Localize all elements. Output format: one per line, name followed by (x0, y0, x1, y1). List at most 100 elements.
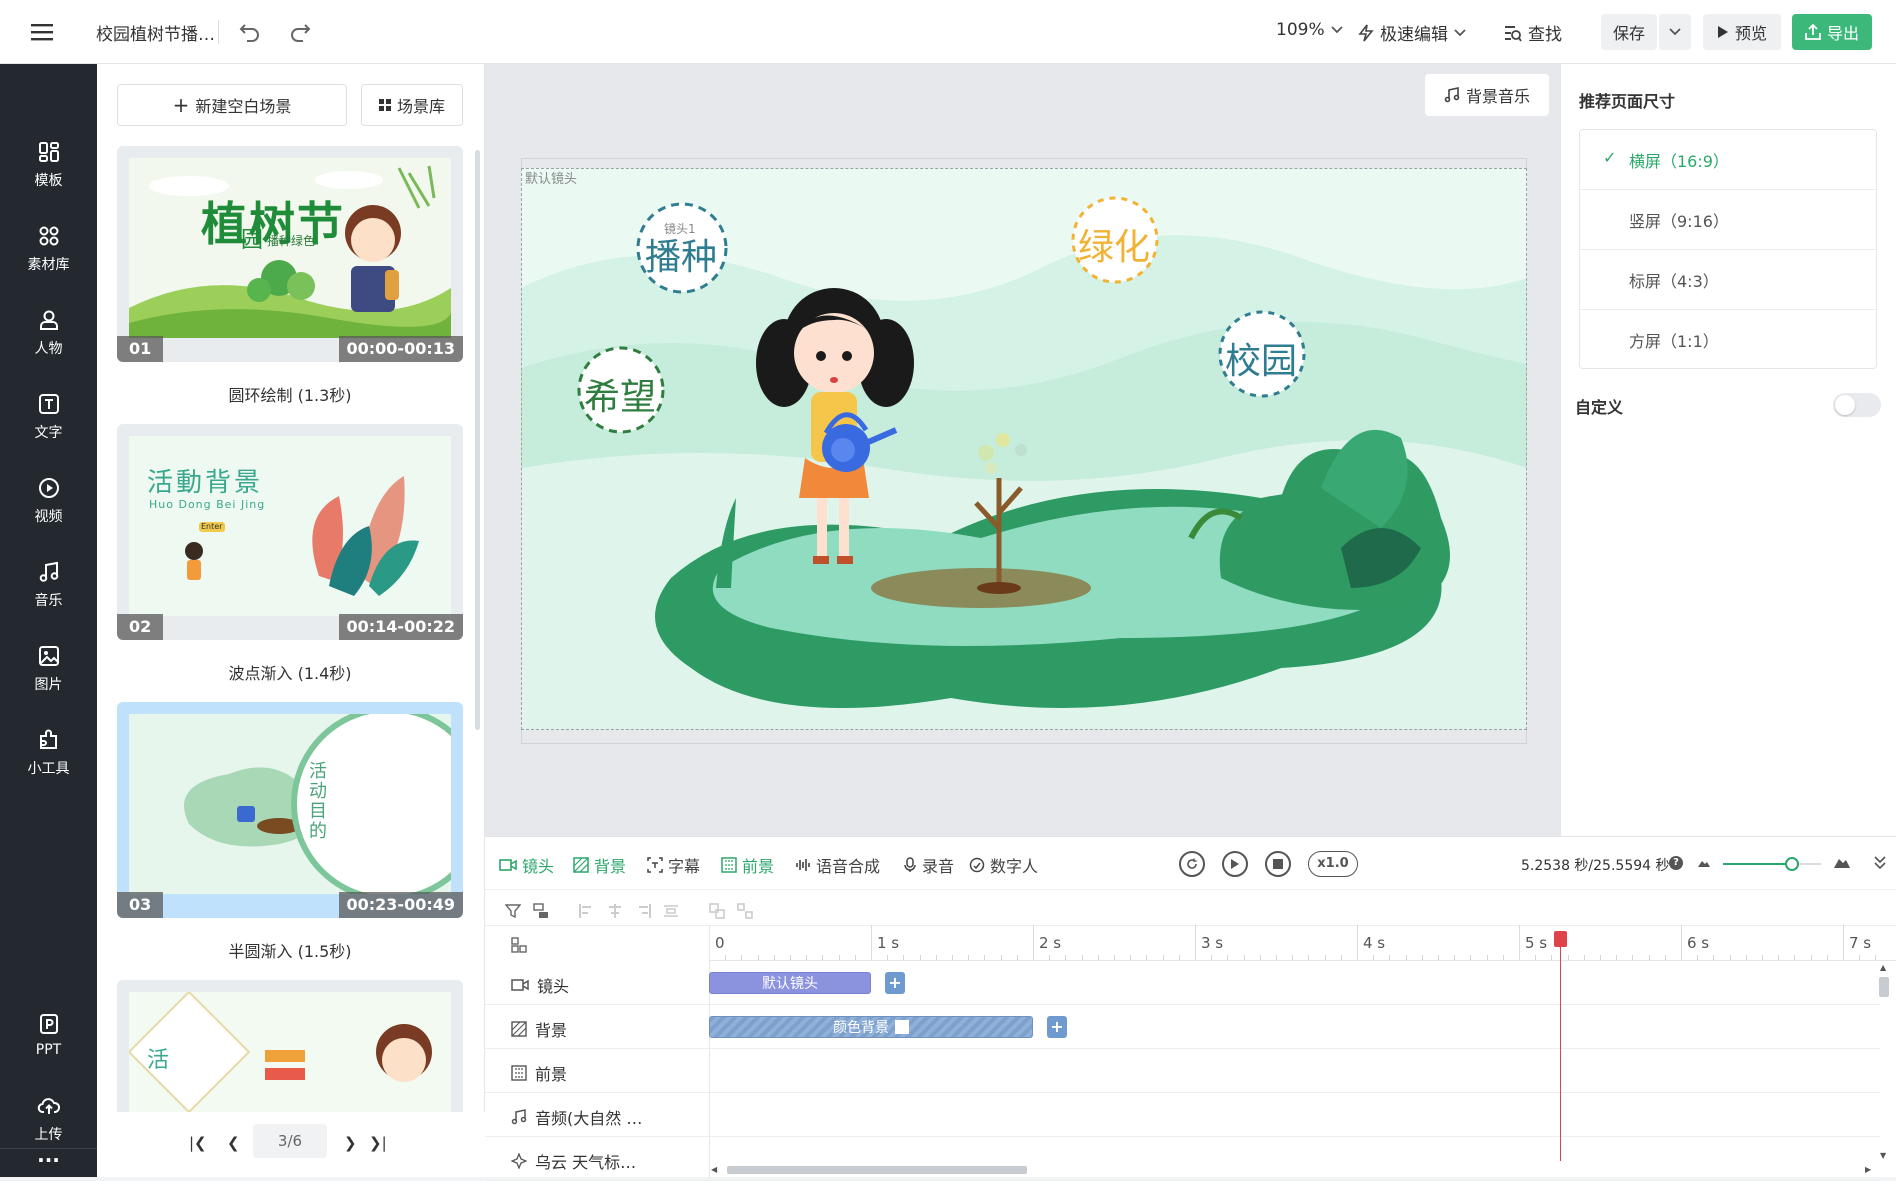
upload-icon (1805, 24, 1821, 40)
document-title[interactable]: 校园植树节播… (96, 20, 215, 45)
replay-button[interactable] (1179, 851, 1205, 877)
group-icon[interactable] (709, 903, 725, 919)
scene-card-2[interactable]: 活動背景 Huo Dong Bei Jing Enter 02 00:14-00… (117, 424, 463, 640)
ruler-minor-tick (1632, 955, 1634, 960)
tab-shot[interactable]: 镜头 (499, 853, 554, 877)
ruler-minor-tick (1114, 955, 1115, 960)
tab-digital-human[interactable]: 数字人 (969, 853, 1038, 877)
track-label: 乌云 天气标… (511, 1149, 636, 1173)
thumb-text: 活 (147, 1048, 170, 1073)
ruler-minor-tick (1600, 955, 1601, 960)
first-page-icon[interactable]: |❮ (189, 1134, 207, 1152)
save-button[interactable]: 保存 (1601, 14, 1657, 50)
add-shot-button[interactable]: + (885, 972, 905, 994)
stage[interactable]: 默认镜头 镜头1 播种 希望 绿化 校园 (521, 168, 1527, 730)
zoom-out-icon[interactable] (1697, 858, 1711, 868)
distribute-icon[interactable] (663, 903, 679, 919)
custom-toggle[interactable] (1833, 393, 1881, 417)
save-options-button[interactable] (1659, 14, 1691, 50)
scene-thumbnail: 植树节 园 播种绿色 (129, 158, 451, 338)
scroll-down-icon[interactable]: ▼ (1880, 1151, 1886, 1160)
tab-label: 镜头 (522, 857, 555, 876)
align-left-icon[interactable] (579, 903, 595, 919)
scroll-right-icon[interactable]: ▶ (1865, 1165, 1871, 1174)
zoom-in-icon[interactable] (1833, 855, 1851, 869)
ungroup-icon[interactable] (737, 903, 753, 919)
preview-button[interactable]: 预览 (1703, 14, 1781, 50)
clip-default-shot[interactable]: 默认镜头 (709, 972, 871, 994)
ruler-minor-tick (1049, 955, 1051, 960)
background-music-button[interactable]: 背景音乐 (1425, 74, 1549, 116)
chevron-down-icon (1454, 28, 1466, 36)
sidebar-item-assets[interactable]: 素材库 (0, 214, 97, 284)
color-swatch (895, 1020, 909, 1034)
ruler-minor-tick (1243, 955, 1245, 960)
tab-record[interactable]: 录音 (903, 853, 954, 877)
scene-scrollbar[interactable] (475, 150, 480, 730)
clip-color-background[interactable]: 颜色背景 (709, 1016, 1033, 1038)
last-page-icon[interactable]: ❯| (369, 1134, 387, 1152)
zoom-slider-fill (1723, 863, 1792, 865)
filter-icon[interactable] (505, 903, 521, 919)
sidebar-item-video[interactable]: 视频 (0, 466, 97, 536)
sidebar-item-template[interactable]: 模板 (0, 130, 97, 200)
redo-icon[interactable] (286, 18, 314, 46)
tab-subtitle[interactable]: 字幕 (647, 853, 700, 877)
sidebar-item-text[interactable]: 文字 (0, 382, 97, 452)
page-indicator[interactable]: 3/6 (253, 1124, 327, 1158)
tab-foreground[interactable]: 前景 (721, 853, 774, 877)
help-icon[interactable]: ? (1669, 856, 1683, 870)
menu-icon[interactable] (28, 18, 56, 46)
tab-label: 录音 (922, 857, 955, 876)
size-option-square[interactable]: 方屏（1:1） (1579, 310, 1877, 370)
scene-library-button[interactable]: 场景库 (361, 84, 463, 126)
find-button[interactable]: 查找 (1504, 20, 1562, 45)
add-background-button[interactable]: + (1047, 1016, 1067, 1038)
playhead[interactable] (1553, 931, 1567, 1161)
more-button[interactable]: ··· (0, 1148, 97, 1171)
tab-background[interactable]: 背景 (573, 853, 626, 877)
track-settings-icon[interactable] (511, 937, 527, 953)
scroll-thumb[interactable] (727, 1166, 1027, 1174)
sidebar-item-person[interactable]: 人物 (0, 298, 97, 368)
size-option-standard[interactable]: 标屏（4:3） (1579, 250, 1877, 310)
scroll-up-icon[interactable]: ▲ (1880, 963, 1886, 972)
sidebar-item-upload[interactable]: 上传 (0, 1084, 97, 1154)
sidebar-item-ppt[interactable]: PPT (0, 1000, 97, 1070)
new-blank-scene-button[interactable]: + 新建空白场景 (117, 84, 347, 126)
size-option-landscape[interactable]: ✓ 横屏（16:9） (1579, 130, 1877, 190)
prev-page-icon[interactable]: ❮ (227, 1134, 240, 1152)
horizontal-scrollbar[interactable]: ◀ ▶ (709, 1163, 1879, 1177)
export-button[interactable]: 导出 (1792, 14, 1872, 50)
scroll-left-icon[interactable]: ◀ (711, 1165, 717, 1174)
time-ruler[interactable]: 0 1 s 2 s 3 s 4 s 5 s 6 s 7 s (709, 925, 1896, 961)
next-page-icon[interactable]: ❯ (344, 1134, 357, 1152)
sidebar-item-image[interactable]: 图片 (0, 634, 97, 704)
scroll-thumb[interactable] (1879, 977, 1889, 997)
zoom-slider-handle[interactable] (1784, 857, 1799, 871)
scene-card-4[interactable]: 活 (117, 980, 463, 1112)
layers-icon[interactable] (533, 903, 549, 919)
collapse-icon[interactable] (1873, 855, 1887, 871)
edit-mode-dropdown[interactable]: 极速编辑 (1358, 20, 1466, 45)
ruler-minor-tick (887, 955, 889, 960)
playhead-handle[interactable] (1553, 931, 1567, 947)
sidebar-item-tools[interactable]: 小工具 (0, 718, 97, 788)
ruler-tick (871, 925, 872, 961)
speed-button[interactable]: x1.0 (1308, 851, 1358, 877)
zoom-dropdown[interactable]: 109% (1276, 20, 1343, 40)
sidebar-item-music[interactable]: 音乐 (0, 550, 97, 620)
vertical-scrollbar[interactable]: ▲ ▼ (1878, 963, 1890, 1163)
align-center-icon[interactable] (607, 903, 623, 919)
zoom-slider-track[interactable] (1723, 857, 1821, 871)
size-option-portrait[interactable]: 竖屏（9:16） (1579, 190, 1877, 250)
track-label-text: 前景 (535, 1065, 568, 1084)
scene-card-3[interactable]: 活动目的 03 00:23-00:49 (117, 702, 463, 918)
scene-card-1[interactable]: 植树节 园 播种绿色 01 00:00-00:13 (117, 146, 463, 362)
align-right-icon[interactable] (635, 903, 651, 919)
tab-tts[interactable]: 语音合成 (795, 853, 880, 877)
stop-button[interactable] (1265, 851, 1291, 877)
play-button[interactable] (1222, 851, 1248, 877)
undo-icon[interactable] (236, 18, 264, 46)
ruler-minor-tick (1762, 955, 1763, 960)
